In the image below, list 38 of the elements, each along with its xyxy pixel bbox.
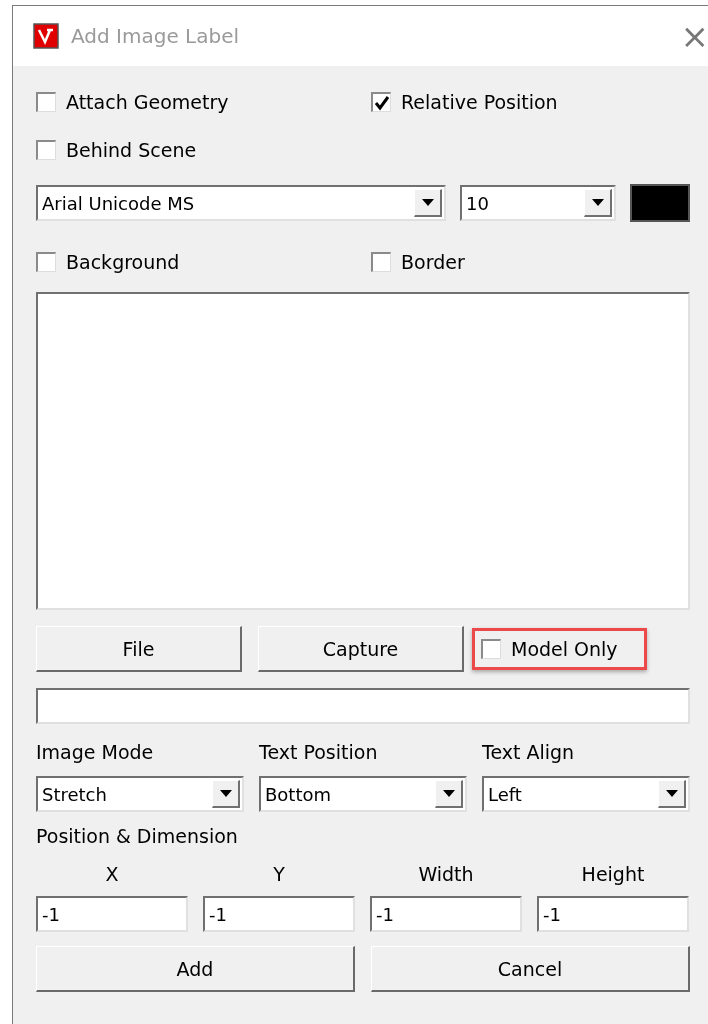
number-field[interactable]: -1 [537,896,689,932]
checkmark-icon [373,94,390,111]
field-label: Image Mode [36,740,155,764]
checkbox[interactable]: Behind Scene [36,138,371,162]
push-button[interactable]: Cancel [371,946,690,992]
field-label: Height [580,862,646,886]
dropdown-arrow-icon [591,199,604,206]
field-label: Width [417,862,475,886]
color-swatch[interactable] [630,184,690,222]
push-button[interactable]: Capture [258,626,464,672]
dropdown[interactable]: Stretch [36,776,244,812]
checkbox[interactable]: Attach Geometry [36,90,371,114]
window-title: Add Image Label [71,24,241,48]
number-field[interactable]: -1 [370,896,522,932]
dropdown[interactable]: Bottom [259,776,467,812]
field-label: X [104,862,120,886]
dropdown-arrow-icon [665,790,678,797]
close-button[interactable]: × [680,19,708,53]
field-label: Text Position [259,740,379,764]
checkbox[interactable]: Border [371,250,690,274]
field-label: Y [272,862,286,886]
file-path-field[interactable] [36,688,690,724]
checkbox[interactable]: Relative Position [371,90,690,114]
dropdown-arrow-icon [442,790,455,797]
number-field[interactable]: -1 [36,896,188,932]
font-dropdown[interactable]: Arial Unicode MS [36,185,446,221]
checkbox[interactable]: Background [36,250,371,274]
push-button[interactable]: Add [36,946,355,992]
dropdown[interactable]: Left [482,776,690,812]
font-size-dropdown[interactable]: 10 [460,185,616,221]
dropdown-arrow-icon [421,199,434,206]
number-field[interactable]: -1 [203,896,355,932]
dropdown-arrow-icon [219,790,232,797]
checkbox[interactable]: Model Only [472,628,647,670]
section-label: Position & Dimension [36,824,239,848]
push-button[interactable]: File [36,626,242,672]
app-logo-icon [33,23,59,49]
field-label: Text Align [482,740,576,764]
